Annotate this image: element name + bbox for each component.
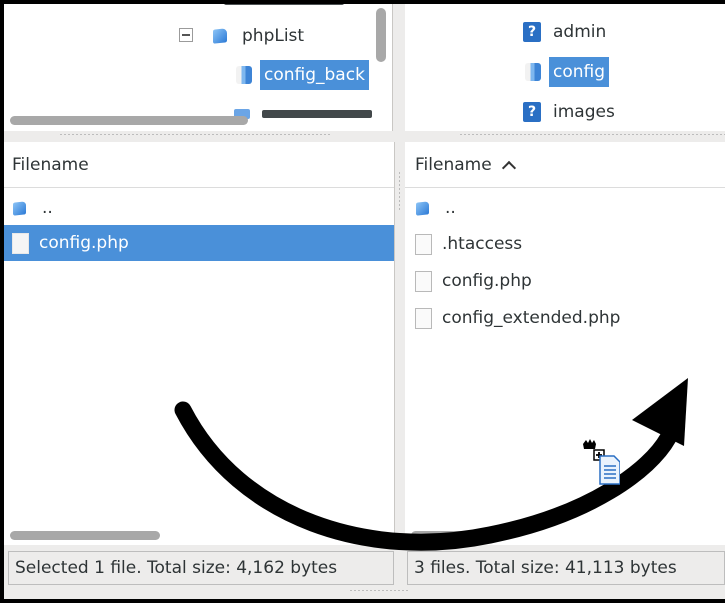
- file-name: config.php: [39, 233, 129, 253]
- question-icon: ?: [523, 22, 541, 42]
- question-icon: ?: [523, 102, 541, 122]
- splitter-grip[interactable]: [460, 134, 725, 135]
- list-item[interactable]: config_extended.php: [405, 300, 725, 336]
- tree-item-label: phpList: [242, 26, 305, 46]
- splitter-grip[interactable]: [60, 134, 330, 135]
- folder-open-icon: [234, 65, 254, 85]
- collapse-icon[interactable]: [179, 28, 193, 42]
- drag-copy-cursor-icon: [583, 439, 620, 485]
- list-item[interactable]: config.php: [4, 225, 394, 261]
- file-icon: [415, 233, 432, 255]
- parent-folder-icon: [12, 200, 28, 216]
- remote-directory-tree[interactable]: ? admin config ? images: [405, 4, 725, 131]
- folder-icon: [212, 27, 230, 45]
- file-name: ..: [42, 198, 53, 218]
- list-horizontal-scrollbar[interactable]: [411, 531, 469, 540]
- tree-item-images[interactable]: ? images: [523, 94, 619, 130]
- tree-item-config-back[interactable]: config_back: [234, 57, 369, 93]
- file-name: .htaccess: [442, 234, 523, 254]
- status-text: 3 files. Total size: 41,113 bytes: [414, 558, 677, 578]
- sort-ascending-icon: [501, 160, 516, 175]
- tree-node-partial: [4, 4, 344, 18]
- list-horizontal-scrollbar[interactable]: [10, 531, 160, 540]
- list-item[interactable]: .htaccess: [405, 226, 725, 262]
- tree-item-partial: [234, 96, 372, 131]
- status-text: Selected 1 file. Total size: 4,162 bytes: [15, 558, 338, 578]
- column-header-filename[interactable]: Filename: [405, 142, 725, 188]
- file-icon: [415, 270, 432, 292]
- file-name: config.php: [442, 271, 532, 291]
- remote-file-list[interactable]: Filename .. .htaccess config.php config_…: [405, 142, 725, 545]
- folder-open-icon: [523, 62, 543, 82]
- tree-vertical-scrollbar[interactable]: [376, 8, 386, 62]
- column-header-label: Filename: [12, 154, 89, 175]
- local-status-bar: Selected 1 file. Total size: 4,162 bytes: [8, 551, 394, 585]
- vertical-splitter-grip[interactable]: [399, 170, 400, 210]
- remote-status-bar: 3 files. Total size: 41,113 bytes: [407, 551, 725, 585]
- file-icon: [12, 232, 29, 254]
- column-header-label: Filename: [415, 154, 492, 175]
- list-item[interactable]: ..: [4, 190, 394, 226]
- file-icon: [415, 307, 432, 329]
- status-splitter-grip: [350, 590, 410, 591]
- tree-item-label: admin: [553, 22, 607, 42]
- tree-item-label: config: [549, 57, 610, 87]
- tree-item-label: images: [553, 102, 615, 122]
- tree-horizontal-scrollbar[interactable]: [10, 116, 248, 125]
- file-name: config_extended.php: [442, 308, 621, 328]
- tree-item-config[interactable]: config: [523, 54, 610, 90]
- local-file-list[interactable]: Filename .. config.php: [4, 142, 395, 545]
- list-item[interactable]: config.php: [405, 263, 725, 299]
- tree-item-admin[interactable]: ? admin: [523, 14, 610, 50]
- column-header-filename[interactable]: Filename: [4, 142, 394, 188]
- local-directory-tree[interactable]: phpList config_back: [4, 4, 393, 131]
- tree-item-phplist[interactable]: phpList: [212, 18, 308, 54]
- parent-folder-icon: [415, 200, 431, 216]
- tree-item-label: config_back: [260, 60, 369, 90]
- file-name: ..: [445, 198, 456, 218]
- list-item[interactable]: ..: [405, 190, 725, 226]
